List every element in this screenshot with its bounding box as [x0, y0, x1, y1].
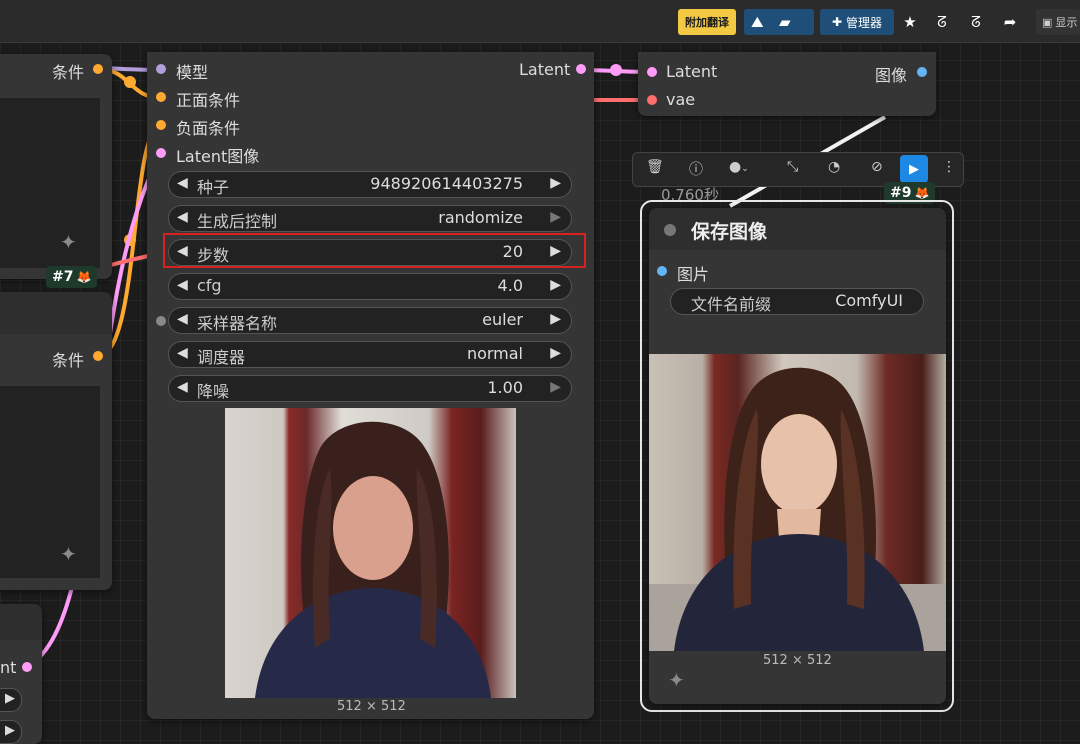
- output-image: [649, 354, 946, 651]
- latent-input-slot[interactable]: [647, 67, 657, 77]
- sparkle-icon: ✦: [668, 668, 685, 692]
- fox-icon: 🦊: [914, 186, 930, 200]
- sparkle-icon: ✦: [60, 230, 77, 254]
- negative-input-slot[interactable]: [156, 120, 166, 130]
- reroute-dot: [124, 76, 136, 88]
- control-after-generate-widget[interactable]: ◀ 生成后控制 randomize ▶: [168, 205, 572, 232]
- image-output-slot[interactable]: [917, 67, 927, 77]
- right-arrow-icon[interactable]: ▶: [5, 691, 15, 706]
- collapse-icon[interactable]: ⤡: [787, 159, 798, 175]
- left-arrow-icon[interactable]: ◀: [177, 277, 188, 293]
- text-area[interactable]: [0, 98, 100, 268]
- right-arrow-icon[interactable]: ▶: [550, 175, 561, 191]
- right-arrow-icon[interactable]: ▶: [550, 311, 561, 327]
- widget[interactable]: ▶: [0, 688, 22, 712]
- output-slot[interactable]: [93, 351, 103, 361]
- run-icon[interactable]: ▶: [900, 155, 928, 183]
- input-label: 负面条件: [176, 119, 241, 138]
- input-label: 模型: [176, 63, 209, 82]
- output-label: 条件: [52, 351, 85, 370]
- left-arrow-icon[interactable]: ◀: [177, 209, 188, 225]
- filename-prefix-widget[interactable]: 文件名前缀 ComfyUI: [670, 288, 924, 315]
- latent-output-slot[interactable]: [576, 64, 586, 74]
- input-label: Latent图像: [176, 147, 260, 166]
- left-arrow-icon[interactable]: ◀: [177, 345, 188, 361]
- input-label: 正面条件: [176, 91, 241, 110]
- reroute-dot: [610, 64, 622, 76]
- output-slot[interactable]: [93, 64, 103, 74]
- left-arrow-icon[interactable]: ◀: [177, 175, 188, 191]
- info-icon[interactable]: ⓘ: [689, 159, 703, 179]
- left-node-mid[interactable]: ✦: [0, 292, 112, 590]
- right-arrow-icon[interactable]: ▶: [550, 277, 561, 293]
- fox-icon: 🦊: [76, 270, 92, 284]
- output-label: Latent: [519, 60, 571, 79]
- output-slot[interactable]: [22, 662, 32, 672]
- seed-widget[interactable]: ◀ 种子 948920614403275 ▶: [168, 171, 572, 198]
- widget[interactable]: ▶: [0, 720, 22, 744]
- image-input-slot[interactable]: [657, 266, 667, 276]
- left-arrow-icon[interactable]: ◀: [177, 379, 188, 395]
- trash-icon[interactable]: 🗑: [646, 159, 664, 175]
- more-icon[interactable]: ⋮: [942, 159, 956, 175]
- latent-input-slot[interactable]: [156, 148, 166, 158]
- image-size-label: 512 × 512: [763, 653, 832, 668]
- left-node-top[interactable]: ✦: [0, 54, 112, 279]
- scheduler-widget[interactable]: ◀ 调度器 normal ▶: [168, 341, 572, 368]
- input-label: Latent: [666, 62, 718, 81]
- positive-input-slot[interactable]: [156, 92, 166, 102]
- output-label: 图像: [875, 66, 908, 85]
- input-label: vae: [666, 90, 696, 109]
- color-icon[interactable]: ●⌄: [729, 159, 749, 175]
- right-arrow-icon[interactable]: ▶: [550, 209, 561, 225]
- mute-icon[interactable]: ⊘: [871, 159, 883, 175]
- input-label: 图片: [677, 265, 710, 284]
- left-arrow-icon[interactable]: ◀: [177, 311, 188, 327]
- vae-input-slot[interactable]: [647, 95, 657, 105]
- steps-highlight-box: [163, 233, 586, 268]
- text-area[interactable]: [0, 386, 100, 578]
- cfg-widget[interactable]: ◀ cfg 4.0 ▶: [168, 273, 572, 300]
- sparkle-icon: ✦: [60, 542, 77, 566]
- output-label: nt: [0, 658, 17, 677]
- denoise-widget[interactable]: ◀ 降噪 1.00 ▶: [168, 375, 572, 402]
- node-badge: #7 🦊: [46, 266, 98, 288]
- bypass-icon[interactable]: ◔: [828, 159, 840, 175]
- node-title: 保存图像: [691, 221, 768, 243]
- collapse-dot[interactable]: [664, 224, 676, 236]
- model-input-slot[interactable]: [156, 64, 166, 74]
- right-arrow-icon[interactable]: ▶: [550, 345, 561, 361]
- output-label: 条件: [52, 63, 85, 82]
- node-header[interactable]: [0, 292, 112, 334]
- right-arrow-icon[interactable]: ▶: [550, 379, 561, 395]
- sampler-input-slot[interactable]: [156, 316, 166, 326]
- preview-image: [225, 408, 516, 698]
- image-size-label: 512 × 512: [337, 699, 406, 714]
- sampler-name-widget[interactable]: ◀ 采样器名称 euler ▶: [168, 307, 572, 334]
